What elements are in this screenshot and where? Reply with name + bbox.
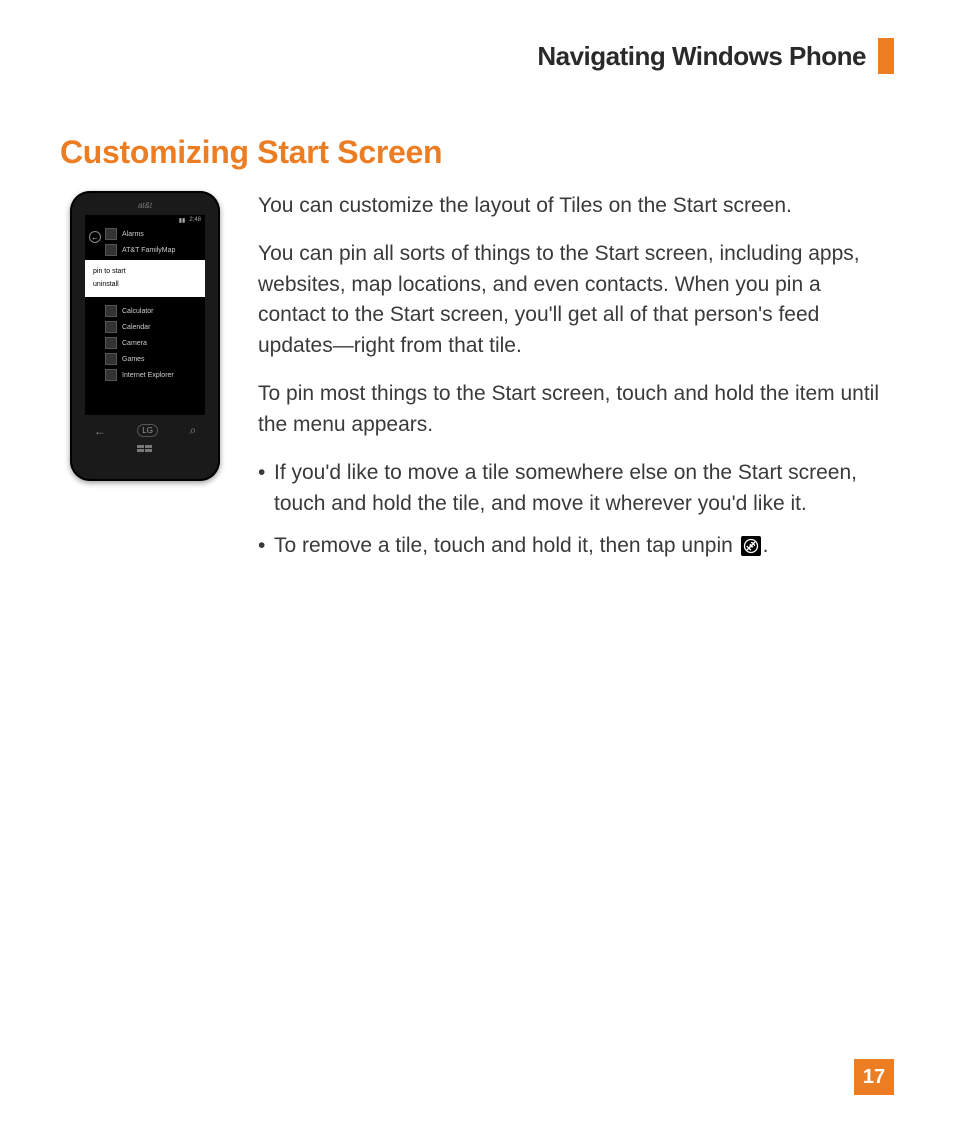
menu-item-pin: pin to start: [93, 266, 197, 279]
search-button-icon: ⌕: [190, 423, 197, 438]
app-icon: [105, 228, 117, 240]
app-row: Calculator: [85, 303, 205, 319]
phone-illustration-column: at&t ▮▮ 2:48 ← Alarms AT&T FamilyMap pin…: [60, 191, 230, 481]
app-icon: [105, 353, 117, 365]
lg-logo: LG: [137, 424, 158, 437]
bullet-text-tail: .: [763, 534, 769, 557]
unpin-icon: [741, 536, 761, 556]
status-signal-icon: ▮▮: [179, 217, 186, 224]
page-number: 17: [854, 1059, 894, 1095]
app-label: Calculator: [122, 308, 154, 315]
app-icon: [105, 244, 117, 256]
app-icon: [105, 369, 117, 381]
bullet-item: If you'd like to move a tile somewhere e…: [258, 458, 894, 519]
bullet-text: To remove a tile, touch and hold it, the…: [274, 534, 739, 557]
body-text-column: You can customize the layout of Tiles on…: [258, 191, 894, 573]
status-bar: ▮▮ 2:48: [85, 215, 205, 226]
windows-button-icon: [135, 444, 155, 454]
section-title: Customizing Start Screen: [60, 134, 894, 171]
app-label: AT&T FamilyMap: [122, 247, 175, 254]
bullet-item: To remove a tile, touch and hold it, the…: [258, 531, 894, 561]
app-label: Alarms: [122, 231, 144, 238]
app-icon: [105, 337, 117, 349]
header-accent-bar: [878, 38, 894, 74]
bullet-text: If you'd like to move a tile somewhere e…: [274, 461, 857, 514]
phone-screen: ▮▮ 2:48 ← Alarms AT&T FamilyMap pin to s…: [85, 215, 205, 415]
page-header: Navigating Windows Phone: [60, 38, 894, 74]
phone-carrier-label: at&t: [78, 199, 212, 215]
paragraph: You can pin all sorts of things to the S…: [258, 239, 894, 361]
back-button-icon: ←: [94, 424, 106, 438]
bullet-list: If you'd like to move a tile somewhere e…: [258, 458, 894, 561]
app-row: AT&T FamilyMap: [85, 242, 205, 258]
app-icon: [105, 321, 117, 333]
app-row: Alarms: [85, 226, 205, 242]
paragraph: To pin most things to the Start screen, …: [258, 379, 894, 440]
paragraph: You can customize the layout of Tiles on…: [258, 191, 894, 221]
phone-mockup: at&t ▮▮ 2:48 ← Alarms AT&T FamilyMap pin…: [70, 191, 220, 481]
app-label: Calendar: [122, 324, 150, 331]
app-row: Internet Explorer: [85, 367, 205, 383]
back-arrow-icon: ←: [89, 231, 101, 243]
app-label: Internet Explorer: [122, 372, 174, 379]
menu-item-uninstall: uninstall: [93, 279, 197, 292]
app-row: Camera: [85, 335, 205, 351]
context-menu: pin to start uninstall: [85, 260, 205, 297]
phone-hardware-buttons: ← LG ⌕: [78, 423, 212, 438]
app-label: Games: [122, 356, 145, 363]
manual-page: Navigating Windows Phone Customizing Sta…: [0, 0, 954, 1145]
app-label: Camera: [122, 340, 147, 347]
status-time: 2:48: [189, 217, 201, 224]
content-row: at&t ▮▮ 2:48 ← Alarms AT&T FamilyMap pin…: [60, 191, 894, 573]
app-icon: [105, 305, 117, 317]
app-row: Calendar: [85, 319, 205, 335]
app-row: Games: [85, 351, 205, 367]
chapter-title: Navigating Windows Phone: [537, 41, 866, 72]
